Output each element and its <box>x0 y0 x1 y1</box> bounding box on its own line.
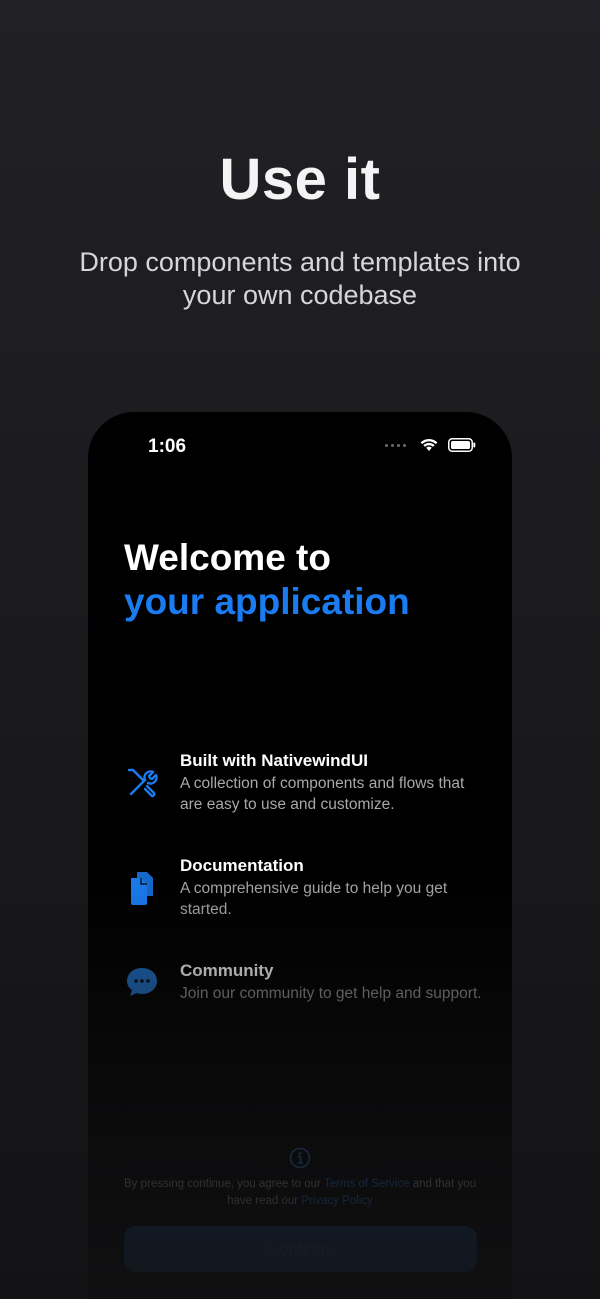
legal-notice: By pressing continue, you agree to our T… <box>118 1176 482 1210</box>
status-indicators <box>385 438 476 452</box>
feature-text: Built with NativewindUI A collection of … <box>180 750 484 815</box>
feature-description: A collection of components and flows tha… <box>180 775 465 813</box>
legal-prefix: By pressing continue, you agree to our <box>123 1178 324 1190</box>
feature-title: Documentation <box>180 856 304 875</box>
welcome-line-1: Welcome to <box>124 537 331 578</box>
terms-of-service-link[interactable]: Terms of Service <box>324 1178 410 1190</box>
feature-item: Documentation A comprehensive guide to h… <box>124 855 484 920</box>
info-icon <box>289 1147 311 1169</box>
feature-description: A comprehensive guide to help you get st… <box>180 880 448 918</box>
documents-icon <box>124 870 160 906</box>
feature-text: Documentation A comprehensive guide to h… <box>180 855 484 920</box>
cellular-signal-icon <box>385 443 406 447</box>
feature-list: Built with NativewindUI A collection of … <box>124 750 484 1044</box>
hero-subtitle: Drop components and templates into your … <box>79 247 521 310</box>
feature-title: Community <box>180 961 274 980</box>
chat-bubble-icon <box>124 964 160 1000</box>
privacy-policy-link[interactable]: Privacy Policy <box>301 1195 373 1207</box>
battery-icon <box>448 438 476 452</box>
wrench-screwdriver-icon <box>124 765 160 801</box>
feature-description: Join our community to get help and suppo… <box>180 985 482 1002</box>
hero-title: Use it <box>219 147 381 212</box>
welcome-heading: Welcome to your application <box>124 536 410 624</box>
continue-button[interactable]: Continue <box>124 1226 477 1272</box>
welcome-line-2: your application <box>124 581 410 622</box>
status-time: 1:06 <box>148 436 187 457</box>
phone-mockup: 1:06 Welcome to your application Built w… <box>88 412 512 1299</box>
feature-item: Community Join our community to get help… <box>124 960 484 1004</box>
feature-item: Built with NativewindUI A collection of … <box>124 750 484 815</box>
feature-title: Built with NativewindUI <box>180 751 368 770</box>
feature-text: Community Join our community to get help… <box>180 960 482 1004</box>
wifi-icon <box>420 438 438 451</box>
